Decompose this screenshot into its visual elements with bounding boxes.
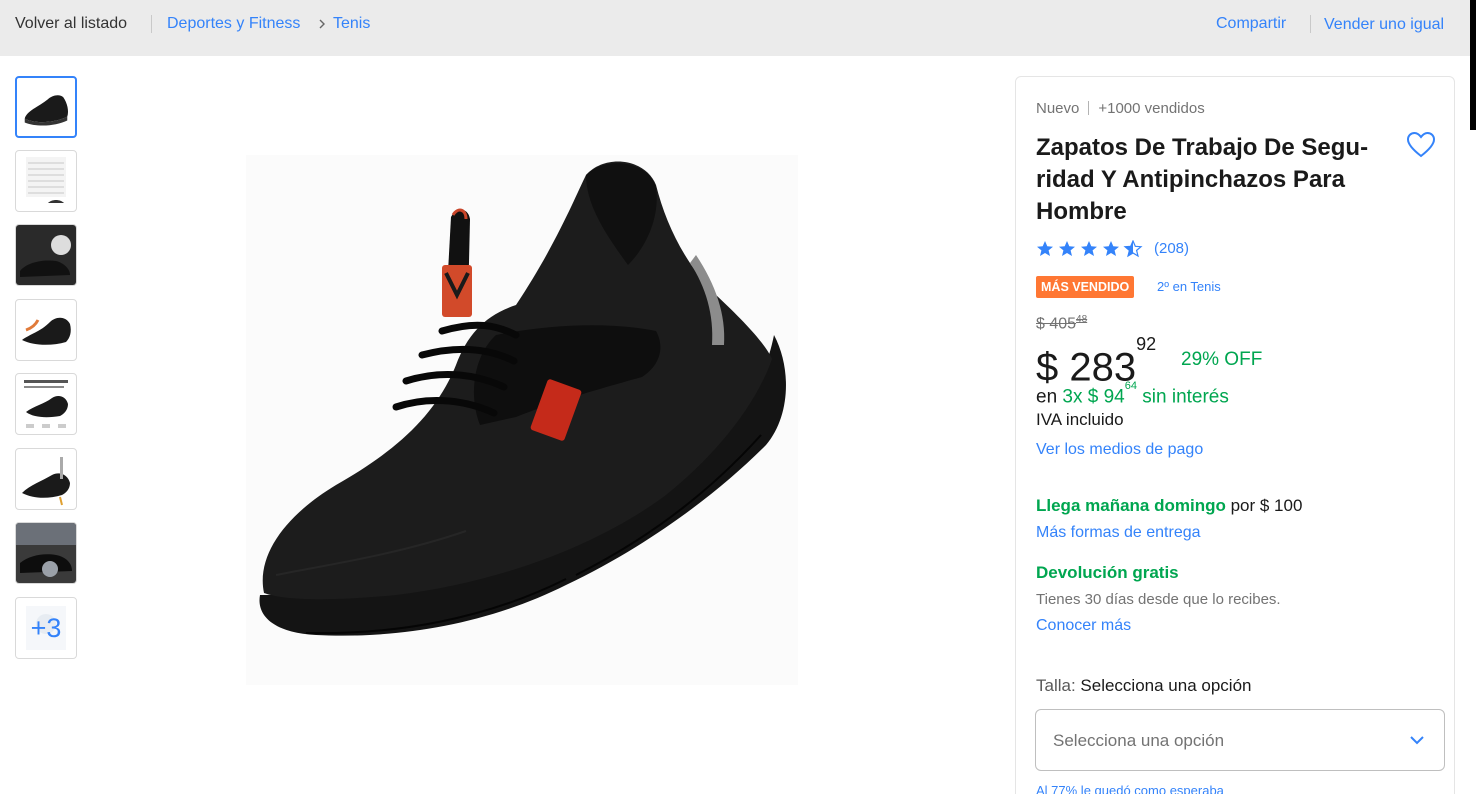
- original-price-amount: $ 405: [1036, 315, 1077, 333]
- sell-similar-link[interactable]: Vender uno igual: [1324, 16, 1444, 34]
- breadcrumb-tenis[interactable]: Tenis: [333, 15, 370, 33]
- thumbnail-4[interactable]: [15, 299, 77, 361]
- thumbnail-7[interactable]: [15, 522, 77, 584]
- payment-methods-link[interactable]: Ver los medios de pago: [1036, 441, 1203, 459]
- divider: [1088, 101, 1090, 115]
- size-select-placeholder: Selecciona una opción: [1053, 731, 1225, 750]
- thumbnail-5[interactable]: [15, 373, 77, 435]
- category-rank-link[interactable]: 2º en Tenis: [1157, 279, 1221, 294]
- discount-label: 29% OFF: [1181, 349, 1263, 370]
- condition-label: Nuevo: [1036, 100, 1080, 117]
- thumbnail-2[interactable]: [15, 150, 77, 212]
- heart-icon[interactable]: [1406, 131, 1436, 159]
- divider: [1310, 15, 1311, 33]
- current-price-amount: $ 283: [1036, 345, 1137, 390]
- back-to-listing-link[interactable]: Volver al listado: [15, 15, 127, 33]
- shoe-thumbnail-image: [24, 95, 69, 126]
- star-icon: [1103, 241, 1119, 256]
- thumbnail-more[interactable]: +3: [15, 597, 77, 659]
- star-icon: [1037, 241, 1053, 256]
- size-select[interactable]: Selecciona una opción: [1035, 709, 1445, 771]
- current-price: $ 28392: [1036, 334, 1157, 391]
- size-chart-thumbnail-image: [26, 157, 66, 203]
- thumbnail-3[interactable]: [15, 224, 77, 286]
- black-sneaker-image: [259, 161, 786, 636]
- product-title: Zapatos De Trabajo De Segu- ridad Y Anti…: [1036, 134, 1369, 225]
- more-images-count: +3: [16, 598, 76, 658]
- thumbnail-1[interactable]: [15, 76, 77, 138]
- installments-suffix: sin interés: [1137, 386, 1229, 408]
- shoe-worn-thumbnail-image: [16, 523, 76, 583]
- chevron-down-icon: [1410, 736, 1424, 745]
- shoe-safety-thumbnail-image: [22, 457, 70, 506]
- star-icon: [1059, 241, 1075, 256]
- condition-and-sales: Nuevo +1000 vendidos: [1036, 100, 1205, 117]
- size-label-value: Selecciona una opción: [1075, 676, 1252, 695]
- installments-amount: 3x $ 94: [1062, 386, 1125, 408]
- shipping-info: Llega mañana domingo por $ 100: [1036, 496, 1302, 516]
- free-return-description: Tienes 30 días desde que lo recibes.: [1036, 591, 1281, 608]
- shipping-eta: Llega mañana domingo: [1036, 496, 1226, 515]
- share-link[interactable]: Compartir: [1216, 15, 1286, 33]
- size-label: Talla: Selecciona una opción: [1036, 676, 1251, 696]
- tax-included-label: IVA incluido: [1036, 410, 1124, 429]
- installments-prefix: en: [1036, 386, 1063, 408]
- size-label-key: Talla:: [1036, 676, 1076, 695]
- shipping-cost: por $ 100: [1225, 496, 1303, 515]
- rating-stars[interactable]: [1036, 240, 1146, 258]
- divider: [151, 15, 152, 33]
- installments: en 3x $ 9464 sin interés: [1036, 380, 1229, 408]
- star-icon: [1081, 241, 1097, 256]
- best-seller-badge: MÁS VENDIDO: [1036, 276, 1135, 298]
- learn-more-link[interactable]: Conocer más: [1036, 617, 1131, 635]
- fit-feedback-link[interactable]: Al 77% le quedó como esperaba: [1036, 783, 1224, 794]
- original-price-cents: 48: [1076, 314, 1088, 325]
- chevron-right-icon: [319, 19, 325, 29]
- current-price-cents: 92: [1136, 334, 1157, 354]
- shoe-side-thumbnail-image: [22, 317, 71, 345]
- installments-cents: 64: [1124, 380, 1137, 392]
- free-return-title: Devolución gratis: [1036, 563, 1179, 582]
- reviews-count-link[interactable]: (208): [1154, 240, 1189, 257]
- breadcrumb-deportes[interactable]: Deportes y Fitness: [167, 15, 300, 33]
- main-product-image[interactable]: [246, 155, 798, 685]
- thumbnail-6[interactable]: [15, 448, 77, 510]
- original-price: $ 40548: [1036, 314, 1087, 333]
- scrollbar[interactable]: [1470, 0, 1476, 130]
- shoe-detail-thumbnail-image: [16, 225, 76, 285]
- delivery-options-link[interactable]: Más formas de entrega: [1036, 524, 1201, 542]
- shoe-features-thumbnail-image: [24, 380, 68, 428]
- sold-count: +1000 vendidos: [1098, 100, 1205, 117]
